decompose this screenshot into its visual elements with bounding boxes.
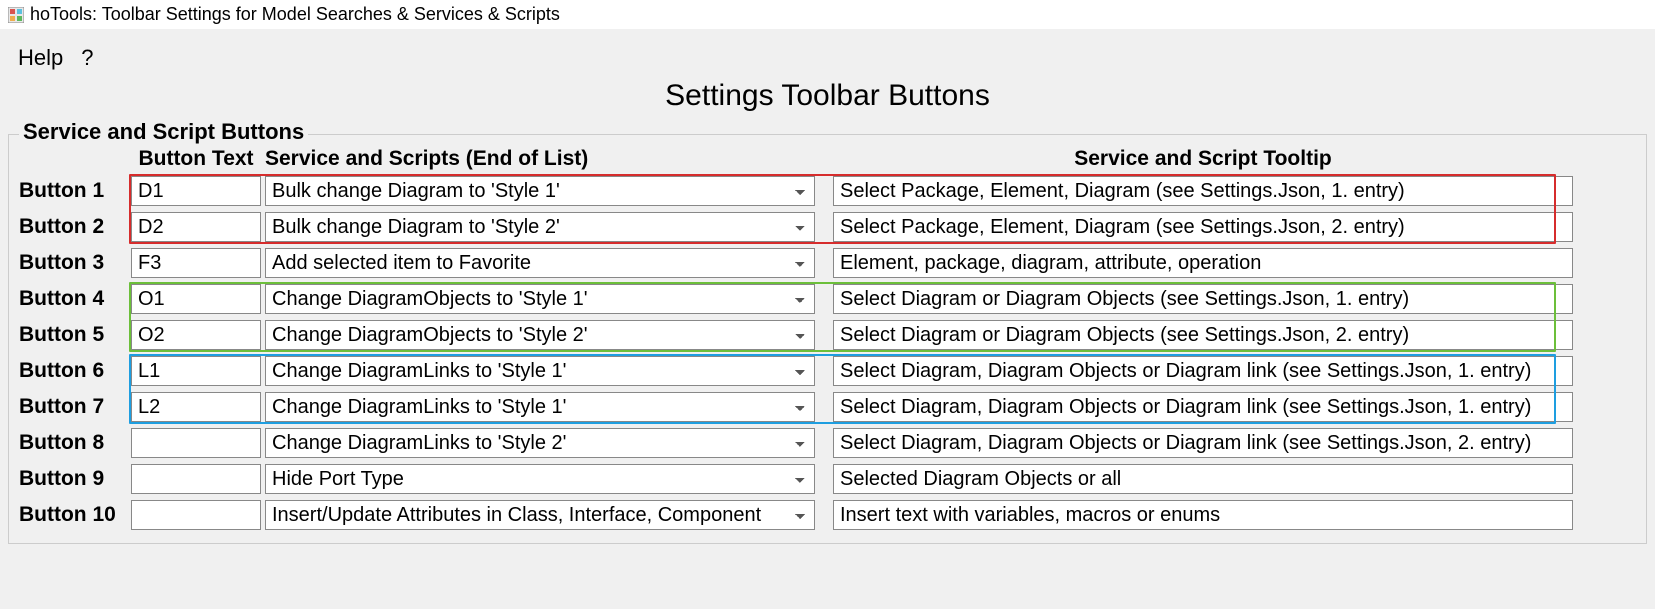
tooltip-input[interactable] (833, 176, 1573, 206)
row-label: Button 4 (19, 287, 127, 311)
button-text-input[interactable] (131, 176, 261, 206)
service-select[interactable]: Bulk change Diagram to 'Style 1' (265, 176, 815, 206)
button-row-6: Button 6 Change DiagramLinks to 'Style 1… (19, 353, 1636, 389)
service-select[interactable]: Add selected item to Favorite (265, 248, 815, 278)
button-row-2: Button 2 Bulk change Diagram to 'Style 2… (19, 209, 1636, 245)
button-row-7: Button 7 Change DiagramLinks to 'Style 1… (19, 389, 1636, 425)
button-text-input[interactable] (131, 500, 261, 530)
button-row-9: Button 9 Hide Port Type (19, 461, 1636, 497)
button-row-1: Button 1 Bulk change Diagram to 'Style 1… (19, 173, 1636, 209)
menu-help[interactable]: Help (18, 45, 63, 71)
service-select[interactable]: Change DiagramLinks to 'Style 2' (265, 428, 815, 458)
row-label: Button 2 (19, 215, 127, 239)
service-select[interactable]: Hide Port Type (265, 464, 815, 494)
button-row-8: Button 8 Change DiagramLinks to 'Style 2… (19, 425, 1636, 461)
tooltip-input[interactable] (833, 392, 1573, 422)
service-select[interactable]: Insert/Update Attributes in Class, Inter… (265, 500, 815, 530)
tooltip-input[interactable] (833, 428, 1573, 458)
tooltip-input[interactable] (833, 284, 1573, 314)
rows-container: Button 1 Bulk change Diagram to 'Style 1… (19, 173, 1636, 533)
col-header-service: Service and Scripts (End of List) (265, 147, 815, 171)
row-label: Button 7 (19, 395, 127, 419)
tooltip-input[interactable] (833, 212, 1573, 242)
row-label: Button 1 (19, 179, 127, 203)
page-title: Settings Toolbar Buttons (0, 77, 1655, 121)
row-label: Button 3 (19, 251, 127, 275)
button-row-3: Button 3 Add selected item to Favorite (19, 245, 1636, 281)
row-label: Button 5 (19, 323, 127, 347)
button-text-input[interactable] (131, 320, 261, 350)
service-select[interactable]: Bulk change Diagram to 'Style 2' (265, 212, 815, 242)
tooltip-input[interactable] (833, 320, 1573, 350)
button-row-4: Button 4 Change DiagramObjects to 'Style… (19, 281, 1636, 317)
button-text-input[interactable] (131, 356, 261, 386)
button-text-input[interactable] (131, 464, 261, 494)
row-label: Button 6 (19, 359, 127, 383)
service-select[interactable]: Change DiagramObjects to 'Style 2' (265, 320, 815, 350)
service-select[interactable]: Change DiagramLinks to 'Style 1' (265, 356, 815, 386)
row-label: Button 9 (19, 467, 127, 491)
col-header-button-text: Button Text (131, 147, 261, 171)
tooltip-input[interactable] (833, 500, 1573, 530)
service-script-buttons-group: Service and Script Buttons Button Text S… (8, 121, 1647, 544)
tooltip-input[interactable] (833, 356, 1573, 386)
service-select[interactable]: Change DiagramLinks to 'Style 1' (265, 392, 815, 422)
col-header-tooltip: Service and Script Tooltip (833, 147, 1573, 171)
button-text-input[interactable] (131, 212, 261, 242)
titlebar: hoTools: Toolbar Settings for Model Sear… (0, 0, 1655, 29)
app-icon (8, 7, 24, 23)
column-headers: Button Text Service and Scripts (End of … (19, 147, 1636, 173)
button-row-5: Button 5 Change DiagramObjects to 'Style… (19, 317, 1636, 353)
button-row-10: Button 10 Insert/Update Attributes in Cl… (19, 497, 1636, 533)
service-select[interactable]: Change DiagramObjects to 'Style 1' (265, 284, 815, 314)
button-text-input[interactable] (131, 248, 261, 278)
tooltip-input[interactable] (833, 464, 1573, 494)
menu-bar: Help ? (0, 29, 1655, 77)
row-label: Button 8 (19, 431, 127, 455)
tooltip-input[interactable] (833, 248, 1573, 278)
button-text-input[interactable] (131, 284, 261, 314)
button-text-input[interactable] (131, 428, 261, 458)
group-legend: Service and Script Buttons (19, 119, 308, 145)
button-text-input[interactable] (131, 392, 261, 422)
window-title: hoTools: Toolbar Settings for Model Sear… (30, 4, 560, 25)
row-label: Button 10 (19, 503, 127, 527)
menu-question[interactable]: ? (81, 45, 93, 71)
